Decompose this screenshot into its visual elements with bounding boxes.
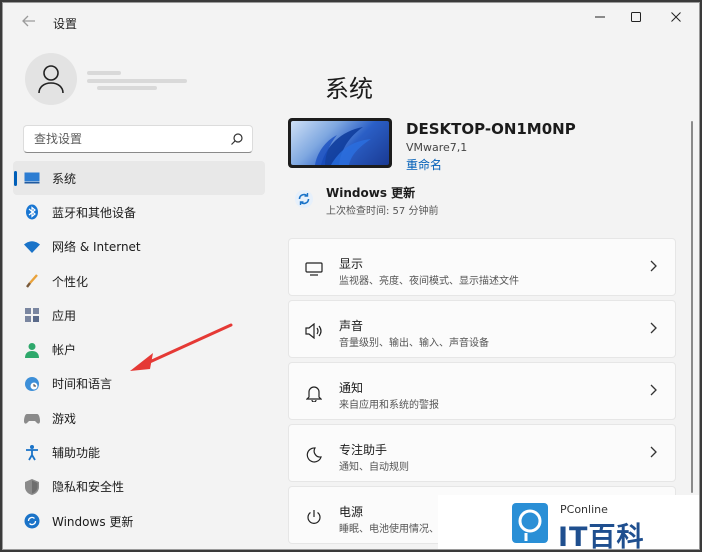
watermark: PConline IT百科 [438, 495, 699, 550]
annotation-arrow [130, 323, 233, 371]
watermark-title: IT百科 [558, 522, 645, 550]
pconline-logo [512, 503, 548, 543]
settings-window: 设置 系统 [2, 2, 700, 550]
